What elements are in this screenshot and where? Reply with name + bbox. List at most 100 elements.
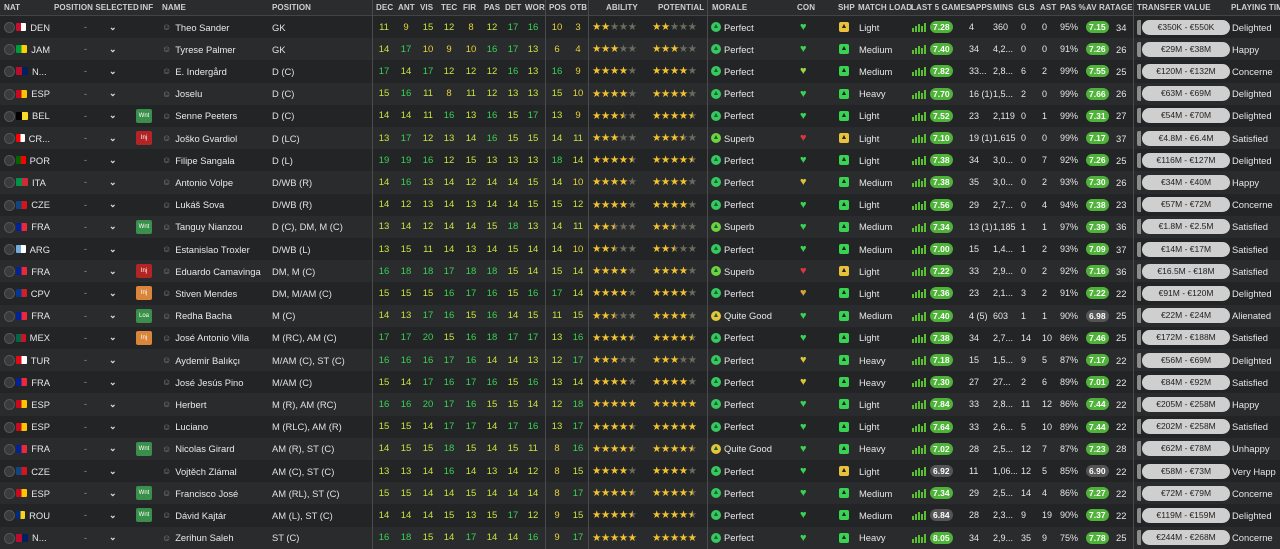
table-row[interactable]: FRA - ⌄ Wnt ☺ Tanguy Nianzou D (C), DM, M (C) 1…	[0, 215, 1280, 238]
chevron-down-icon[interactable]: ⌄	[109, 88, 117, 99]
header-ast[interactable]: AST	[1040, 3, 1056, 12]
chevron-down-icon[interactable]: ⌄	[109, 399, 117, 410]
player-name-cell[interactable]: ☺ E. Indergård	[162, 60, 270, 82]
select-checkbox[interactable]	[4, 88, 15, 100]
player-name[interactable]: Tanguy Nianzou	[175, 221, 242, 232]
header-av-rat[interactable]: AV RAT	[1086, 3, 1115, 12]
chevron-down-icon[interactable]: ⌄	[109, 244, 117, 255]
player-name[interactable]: Vojtěch Zlámal	[175, 466, 237, 477]
player-name-cell[interactable]: ☺ José Jesús Pino	[162, 371, 270, 393]
position-selected-dropdown[interactable]: - ⌄	[56, 238, 126, 260]
player-name[interactable]: Joško Gvardiol	[175, 133, 237, 144]
player-name[interactable]: Dávid Kajtár	[175, 510, 226, 521]
player-name-cell[interactable]: ☺ Francisco José	[162, 482, 270, 504]
header-transfer-value[interactable]: TRANSFER VALUE	[1137, 3, 1211, 12]
player-name-cell[interactable]: ☺ Senne Peeters	[162, 105, 270, 127]
chevron-down-icon[interactable]: ⌄	[109, 133, 117, 144]
select-checkbox[interactable]	[4, 44, 15, 56]
chevron-down-icon[interactable]: ⌄	[109, 510, 117, 521]
chevron-down-icon[interactable]: ⌄	[109, 266, 117, 277]
player-name-cell[interactable]: ☺ Theo Sander	[162, 16, 270, 38]
position-selected-dropdown[interactable]: - ⌄	[56, 349, 126, 371]
header-position-selected[interactable]: POSITION SELECTED	[54, 3, 139, 12]
table-row[interactable]: FRA - ⌄ ☺ José Jesús Pino M/AM (C) 15 14 17 16 17 1…	[0, 371, 1280, 394]
player-name[interactable]: Herbert	[175, 399, 206, 410]
select-checkbox[interactable]	[4, 399, 15, 411]
player-name-cell[interactable]: ☺ Vojtěch Zlámal	[162, 460, 270, 482]
chevron-down-icon[interactable]: ⌄	[109, 443, 117, 454]
table-row[interactable]: FRA - ⌄ Wnt ☺ Nicolas Girard AM (R), ST (C) 14 1…	[0, 437, 1280, 460]
header-shp[interactable]: SHP	[838, 3, 855, 12]
select-checkbox[interactable]	[4, 22, 15, 33]
player-name[interactable]: José Jesús Pino	[175, 377, 243, 388]
position-selected-dropdown[interactable]: - ⌄	[56, 216, 126, 238]
status-badge[interactable]: Wnt	[136, 108, 152, 123]
table-row[interactable]: MEX - ⌄ Inj ☺ José Antonio Villa M (RC), AM (C…	[0, 326, 1280, 349]
header-con[interactable]: CON	[797, 3, 815, 12]
header-age[interactable]: AGE	[1115, 3, 1133, 12]
select-checkbox[interactable]	[4, 377, 15, 389]
chevron-down-icon[interactable]: ⌄	[109, 44, 117, 55]
chevron-down-icon[interactable]: ⌄	[109, 177, 117, 188]
table-row[interactable]: CZE - ⌄ ☺ Lukáš Sova D/WB (R) 14 12 13 14 13 14 14 15…	[0, 193, 1280, 216]
player-name-cell[interactable]: ☺ Herbert	[162, 393, 270, 415]
header-fir[interactable]: FIR	[463, 3, 476, 12]
player-name[interactable]: Joselu	[175, 88, 202, 99]
select-checkbox[interactable]	[4, 221, 15, 233]
position-selected-dropdown[interactable]: - ⌄	[56, 171, 126, 193]
chevron-down-icon[interactable]: ⌄	[109, 532, 117, 543]
player-name[interactable]: José Antonio Villa	[175, 332, 249, 343]
chevron-down-icon[interactable]: ⌄	[109, 421, 117, 432]
player-name[interactable]: Senne Peeters	[175, 110, 237, 121]
player-name[interactable]: Aydemir Balıkçı	[175, 355, 240, 366]
select-checkbox[interactable]	[4, 244, 15, 255]
table-row[interactable]: ESP - ⌄ Wnt ☺ Francisco José AM (RL), ST (C) 15…	[0, 482, 1280, 505]
select-checkbox[interactable]	[4, 443, 15, 455]
player-name-cell[interactable]: ☺ Joško Gvardiol	[162, 127, 270, 149]
header-morale[interactable]: MORALE	[712, 3, 747, 12]
status-badge[interactable]: Loa	[136, 308, 152, 323]
player-name-cell[interactable]: ☺ Luciano	[162, 416, 270, 438]
status-badge[interactable]: Wnt	[136, 441, 152, 456]
position-selected-dropdown[interactable]: - ⌄	[56, 194, 126, 216]
position-selected-dropdown[interactable]: - ⌄	[56, 460, 126, 482]
player-name-cell[interactable]: ☺ Nicolas Girard	[162, 438, 270, 460]
table-row[interactable]: FRA - ⌄ Inj ☺ Eduardo Camavinga DM, M (C) 16 18 1…	[0, 260, 1280, 283]
select-checkbox[interactable]	[4, 532, 15, 544]
player-name[interactable]: Stiven Mendes	[175, 288, 237, 299]
select-checkbox[interactable]	[4, 266, 15, 278]
table-row[interactable]: ESP - ⌄ ☺ Joselu D (C) 15 16 11 8 11 12 13 13 15 10 ★★★★…	[0, 82, 1280, 105]
table-row[interactable]: POR - ⌄ ☺ Filipe Sangala D (L) 19 19 16 12 15 13 13 1…	[0, 149, 1280, 172]
chevron-down-icon[interactable]: ⌄	[109, 310, 117, 321]
table-row[interactable]: CR... - ⌄ Inj ☺ Joško Gvardiol D (LC) 13 17 12 13 1…	[0, 127, 1280, 150]
player-name-cell[interactable]: ☺ Redha Bacha	[162, 305, 270, 327]
player-name-cell[interactable]: ☺ Dávid Kajtár	[162, 504, 270, 526]
position-selected-dropdown[interactable]: - ⌄	[56, 105, 126, 127]
header-gls[interactable]: GLS	[1018, 3, 1035, 12]
status-badge[interactable]: Wnt	[136, 486, 152, 501]
player-name[interactable]: Nicolas Girard	[175, 443, 234, 454]
header-apps[interactable]: APPS	[970, 3, 992, 12]
header-det[interactable]: DET	[505, 3, 521, 12]
position-selected-dropdown[interactable]: - ⌄	[56, 83, 126, 105]
header-otb[interactable]: OTB	[570, 3, 587, 12]
position-selected-dropdown[interactable]: - ⌄	[56, 393, 126, 415]
chevron-down-icon[interactable]: ⌄	[109, 221, 117, 232]
player-name[interactable]: Francisco José	[175, 488, 238, 499]
table-row[interactable]: BEL - ⌄ Wnt ☺ Senne Peeters D (C) 14 14 11 16 13 16 1…	[0, 104, 1280, 127]
header-pas-pct[interactable]: PAS %	[1060, 3, 1086, 12]
chevron-down-icon[interactable]: ⌄	[109, 155, 117, 166]
table-row[interactable]: TUR - ⌄ ☺ Aydemir Balıkçı M/AM (C), ST (C) 16 1…	[0, 349, 1280, 372]
position-selected-dropdown[interactable]: - ⌄	[56, 416, 126, 438]
player-name-cell[interactable]: ☺ Antonio Volpe	[162, 171, 270, 193]
player-name-cell[interactable]: ☺ Stiven Mendes	[162, 282, 270, 304]
chevron-down-icon[interactable]: ⌄	[109, 288, 117, 299]
header-vis[interactable]: VIS	[420, 3, 433, 12]
status-badge[interactable]: Inj	[136, 264, 152, 279]
player-name[interactable]: Theo Sander	[175, 22, 229, 33]
player-name-cell[interactable]: ☺ Lukáš Sova	[162, 194, 270, 216]
position-selected-dropdown[interactable]: - ⌄	[56, 60, 126, 82]
position-selected-dropdown[interactable]: - ⌄	[56, 327, 126, 349]
status-badge[interactable]: Wnt	[136, 508, 152, 523]
player-name[interactable]: Eduardo Camavinga	[175, 266, 260, 277]
